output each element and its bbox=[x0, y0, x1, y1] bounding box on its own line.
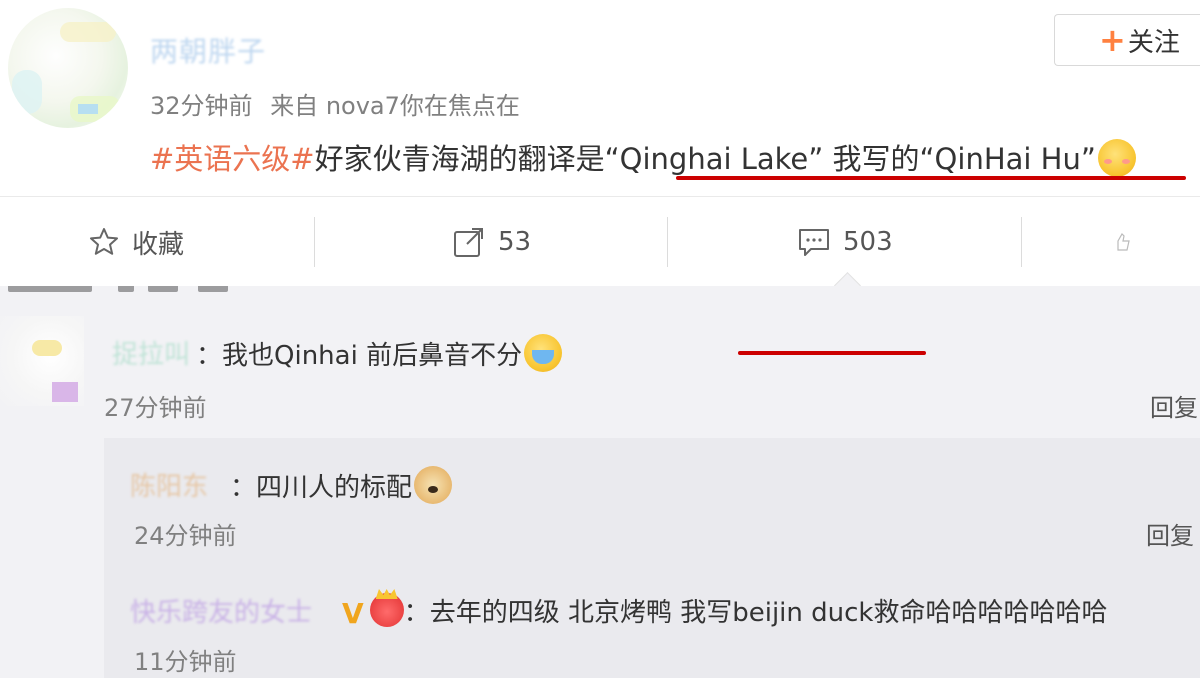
hashtag-link[interactable]: #英语六级# bbox=[150, 142, 315, 176]
doge-emoji bbox=[414, 466, 453, 504]
comment-text: ：我也Qinhai 前后鼻音不分 bbox=[196, 334, 563, 372]
comment-count: 503 bbox=[843, 227, 893, 257]
post-text-mid: 我写的 bbox=[823, 142, 920, 176]
separator: ： bbox=[403, 598, 430, 628]
reply-text: V ：去年的四级 北京烤鸭 我写beijin duck救命哈哈哈哈哈哈哈 bbox=[342, 592, 1107, 630]
comment-time: 27分钟前 bbox=[104, 394, 207, 422]
vip-crown-icon bbox=[369, 593, 404, 627]
username[interactable]: 两朝胖子 bbox=[150, 30, 266, 70]
commenter-name[interactable]: 捉拉叫 bbox=[112, 334, 190, 371]
plus-icon: + bbox=[1099, 21, 1126, 59]
replier-name[interactable]: 快乐跨友的女士 bbox=[130, 592, 312, 629]
post-meta: 32分钟前 来自 nova7你在焦点在 bbox=[150, 86, 520, 121]
like-button[interactable] bbox=[1112, 197, 1144, 287]
repost-button[interactable]: 53 bbox=[452, 197, 531, 287]
separator: ： bbox=[196, 341, 223, 371]
comment-list: 捉拉叫 ：我也Qinhai 前后鼻音不分 27分钟前 回复 陈阳东 ：四川人的标… bbox=[0, 286, 1200, 678]
reply-button[interactable]: 回复 bbox=[1146, 516, 1194, 551]
divider bbox=[667, 217, 668, 267]
cry-emoji bbox=[524, 334, 563, 372]
action-bar: 收藏 53 503 bbox=[0, 196, 1200, 288]
favorite-button[interactable]: 收藏 bbox=[88, 197, 184, 287]
verified-v-badge: V bbox=[342, 597, 364, 630]
blush-smile-emoji bbox=[1097, 139, 1136, 177]
like-icon bbox=[1112, 232, 1132, 252]
quote-official: “Qinghai Lake” bbox=[604, 142, 824, 176]
quote-mine: “QinHai Hu” bbox=[919, 142, 1096, 176]
replier-name[interactable]: 陈阳东 bbox=[130, 466, 208, 503]
reply-time: 24分钟前 bbox=[134, 522, 237, 550]
red-annotation-underline bbox=[738, 351, 926, 355]
post-source[interactable]: 来自 nova7你在焦点在 bbox=[270, 92, 520, 120]
favorite-label: 收藏 bbox=[132, 229, 185, 260]
comment-icon bbox=[797, 226, 831, 258]
cut-off-text bbox=[8, 286, 228, 300]
weibo-post: 两朝胖子 + 关注 32分钟前 来自 nova7你在焦点在 #英语六级#好家伙青… bbox=[0, 0, 1200, 196]
user-avatar[interactable] bbox=[8, 8, 128, 128]
reply-body: 去年的四级 北京烤鸭 我写beijin duck救命哈哈哈哈哈哈哈 bbox=[429, 598, 1108, 628]
reply-body: 四川人的标配 bbox=[256, 473, 413, 503]
post-text-before: 好家伙青海湖的翻译是 bbox=[314, 142, 605, 176]
divider bbox=[1021, 217, 1022, 267]
post-text: #英语六级#好家伙青海湖的翻译是“Qinghai Lake” 我写的“QinHa… bbox=[150, 136, 1136, 178]
commenter-avatar[interactable] bbox=[0, 316, 84, 406]
reply-text: ：四川人的标配 bbox=[230, 466, 453, 504]
separator: ： bbox=[230, 473, 257, 503]
reply-time: 11分钟前 bbox=[134, 648, 237, 676]
follow-label: 关注 bbox=[1127, 27, 1180, 58]
divider bbox=[314, 217, 315, 267]
comment-body: 我也Qinhai 前后鼻音不分 bbox=[222, 341, 523, 371]
share-icon bbox=[452, 225, 486, 259]
follow-button[interactable]: + 关注 bbox=[1054, 14, 1200, 66]
reply-thread: 陈阳东 ：四川人的标配 24分钟前 回复 快乐跨友的女士 V ：去年的四级 北京烤… bbox=[104, 438, 1200, 678]
star-icon bbox=[88, 226, 120, 258]
repost-count: 53 bbox=[498, 227, 532, 257]
reply-button[interactable]: 回复 bbox=[1150, 388, 1198, 423]
post-time: 32分钟前 bbox=[150, 92, 253, 120]
red-annotation-underline bbox=[676, 176, 1186, 180]
